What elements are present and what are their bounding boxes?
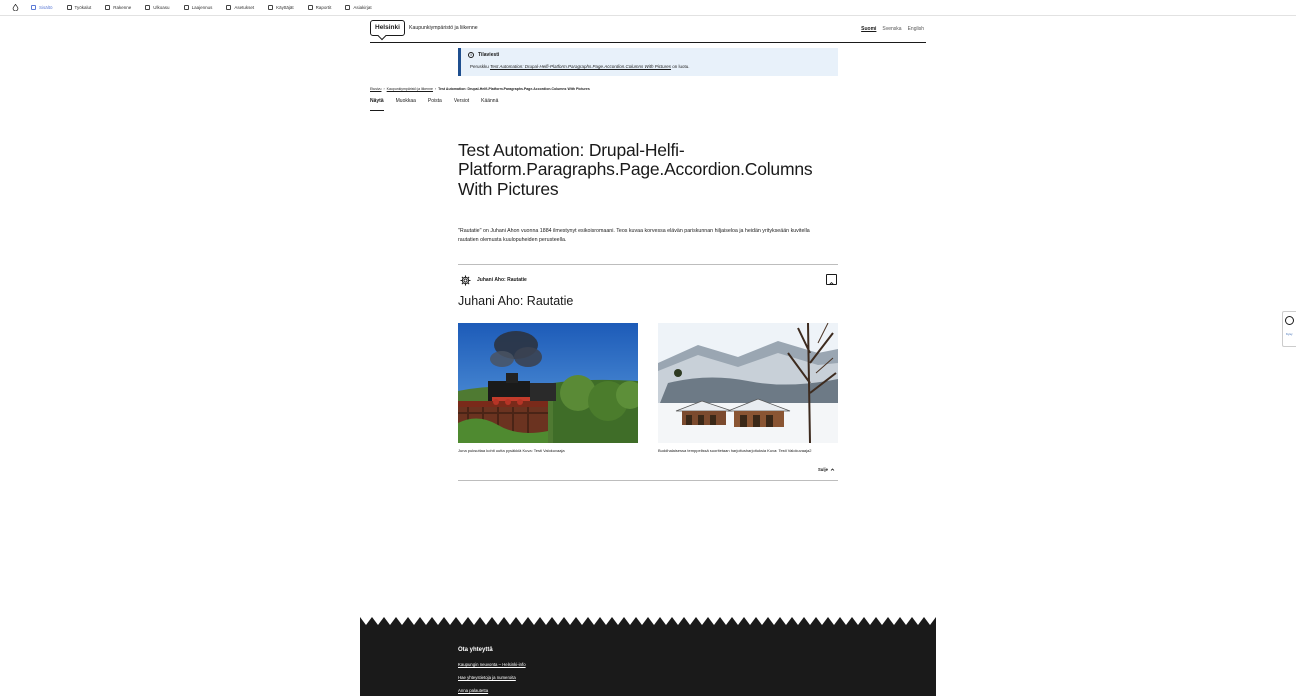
accordion-heading: Juhani Aho: Rautatie (477, 277, 527, 283)
site-footer: Ota yhteyttä Kaupungin neuvonta – Helsin… (360, 615, 936, 696)
status-message-link[interactable]: Test Automation: Drupal-Helfi-Platform.P… (490, 64, 671, 69)
toolbar-item-label: Raportit (315, 5, 332, 10)
status-message-title: Tilaviesti (478, 52, 500, 58)
wrench-icon (226, 5, 232, 10)
drupal-logo-icon[interactable] (12, 4, 19, 11)
chat-icon (1285, 316, 1294, 325)
status-message-header: i Tilaviesti (468, 52, 831, 58)
tab-translate[interactable]: Käännä (481, 98, 498, 111)
lang-en[interactable]: English (908, 26, 924, 32)
temple-image (658, 323, 838, 443)
feedback-widget-label: Kysy (1286, 332, 1293, 336)
gear-icon (460, 274, 471, 286)
toolbar-item[interactable]: Ulkoasu (145, 5, 170, 10)
status-message-body: Peruskku Test Automation: Drupal-Helfi-P… (470, 64, 831, 69)
status-message: i Tilaviesti Peruskku Test Automation: D… (458, 48, 838, 76)
calendar-icon (66, 5, 72, 10)
toolbar-item-label: Käyttäjät (276, 5, 294, 10)
footer-zigzag-border (360, 615, 936, 625)
language-switcher: Suomi Svenska English (861, 26, 924, 32)
toolbar-item-label: Asetukset (234, 5, 255, 10)
status-message-suffix: on luotu. (670, 64, 690, 69)
toolbar-item-label: Asiakirjat (353, 5, 372, 10)
breadcrumb: Etusivu › Kaupunkiympäristö ja liikenne … (370, 87, 590, 91)
page-title: Test Automation: Drupal-Helfi-Platform.P… (458, 140, 813, 199)
train-image (458, 323, 638, 443)
toolbar-item-label: Sisältö (39, 5, 53, 10)
lang-sv[interactable]: Svenska (882, 26, 901, 32)
toolbar-item[interactable]: Sisältö (31, 5, 53, 10)
image-caption: Buddhalaisessa temppelissä suoritetaan h… (658, 448, 812, 453)
lang-fi[interactable]: Suomi (861, 26, 876, 32)
puzzle-icon (183, 5, 189, 10)
user-icon (268, 5, 274, 10)
footer-title: Ota yhteyttä (458, 647, 493, 653)
chevron-up-icon (828, 281, 835, 286)
info-icon: i (468, 52, 474, 58)
toolbar-item[interactable]: Raportit (307, 5, 332, 10)
site-header: Helsinki Kaupunkiympäristö ja liikenne S… (370, 20, 926, 43)
toolbar-item-label: Ulkoasu (153, 5, 170, 10)
accordion-content-title: Juhani Aho: Rautatie (458, 294, 574, 308)
breadcrumb-separator: › (434, 87, 437, 91)
accordion-toggle-button[interactable] (826, 274, 837, 286)
tab-delete[interactable]: Poista (428, 98, 442, 111)
brush-icon (145, 5, 151, 10)
feedback-widget[interactable]: Kysy (1282, 311, 1296, 347)
breadcrumb-current: Test Automation: Drupal-Helfi-Platform.P… (438, 87, 590, 91)
admin-toolbar: Sisältö Työkalut Rakenne Ulkoasu Laajennus As… (0, 0, 1296, 16)
close-label: Sulje (817, 467, 828, 472)
toolbar-item[interactable]: Asiakirjat (345, 5, 372, 10)
accordion-header[interactable]: Juhani Aho: Rautatie (458, 273, 838, 287)
footer-link-feedback[interactable]: Anna palautetta (458, 688, 488, 693)
helsinki-logo[interactable]: Helsinki (370, 20, 405, 36)
toolbar-item[interactable]: Laajennus (183, 5, 213, 10)
tab-revisions[interactable]: Versiot (454, 98, 469, 111)
breadcrumb-home[interactable]: Etusivu (370, 87, 381, 91)
toolbar-item[interactable]: Työkalut (66, 5, 92, 10)
accordion: Juhani Aho: Rautatie Juhani Aho: Rautati… (458, 264, 838, 481)
footer-link-info[interactable]: Kaupungin neuvonta – Helsinki-info (458, 662, 526, 667)
local-tasks-tabs: Näytä Muokkaa Poista Versiot Käännä (370, 98, 498, 111)
accordion-close-button[interactable]: Sulje (818, 467, 835, 472)
tab-view[interactable]: Näytä (370, 98, 384, 111)
toolbar-item-label: Työkalut (74, 5, 92, 10)
footer-link-contacts[interactable]: Hae yhteystietoja ja numeroita (458, 675, 516, 680)
toolbar-item[interactable]: Käyttäjät (268, 5, 294, 10)
help-icon (345, 5, 351, 10)
image-column: Buddhalaisessa temppelissä suoritetaan h… (658, 323, 838, 455)
tab-edit[interactable]: Muokkaa (396, 98, 416, 111)
image-caption: Juna puksuttaa kohti uutta pysäkkiä Kuva… (458, 448, 565, 453)
toolbar-item[interactable]: Asetukset (226, 5, 254, 10)
breadcrumb-separator: › (383, 87, 385, 91)
chevron-up-icon (830, 468, 835, 471)
toolbar-item[interactable]: Rakenne (105, 5, 131, 10)
chart-icon (307, 5, 313, 10)
image-column: Juna puksuttaa kohti uutta pysäkkiä Kuva… (458, 323, 638, 455)
toolbar-item-label: Laajennus (191, 5, 213, 10)
status-message-prefix: Peruskku (470, 64, 491, 69)
file-icon (31, 5, 36, 10)
breadcrumb-parent[interactable]: Kaupunkiympäristö ja liikenne (387, 87, 433, 91)
layers-icon (105, 5, 111, 10)
site-name[interactable]: Kaupunkiympäristö ja liikenne (409, 25, 478, 31)
lead-paragraph: "Rautatie" on Juhani Ahon vuonna 1884 il… (458, 228, 810, 243)
toolbar-item-label: Rakenne (113, 5, 132, 10)
